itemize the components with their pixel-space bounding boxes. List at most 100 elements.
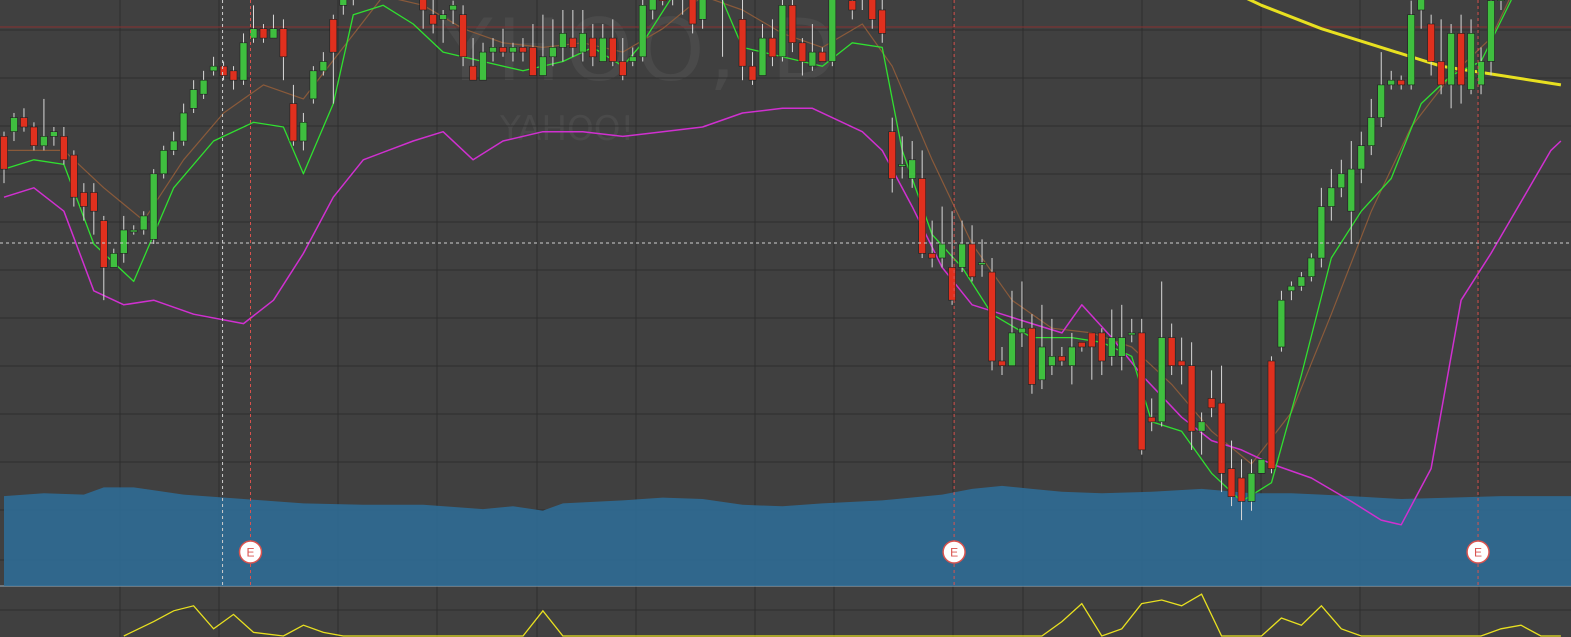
candle-body [608,37,617,62]
candle [1197,412,1206,455]
candle-body [848,0,857,11]
candle-body [1297,276,1306,287]
candle-body [888,131,897,179]
candle [1267,356,1276,474]
candle-body [419,0,428,11]
candle [1437,19,1445,95]
candle-body [1457,33,1465,86]
candle-body [1237,477,1246,502]
candle [828,0,837,67]
earnings-label-0: E [246,546,254,560]
candle-body [1487,0,1495,62]
candle [189,80,198,113]
candle-body [758,37,767,76]
candle-body [1068,346,1076,367]
price-chart[interactable]: YHOO, D YAHOO! EEE [0,0,1571,637]
candle-body [129,229,138,233]
oscillator-panel [123,593,1561,637]
candle [60,127,68,165]
candle [1068,332,1076,385]
candle-body [449,5,457,11]
candle-body [329,19,338,53]
stock-chart-window: YHOO, D YAHOO! EEE [0,0,1571,637]
candle-body [1098,332,1106,362]
candle-body [549,47,557,58]
candle-body [1257,458,1266,474]
candle-body [798,42,807,62]
candle [179,103,188,146]
candle-body [918,178,927,254]
candle-body [1118,337,1126,357]
candle-body [1048,355,1056,366]
candle [10,112,18,142]
candle [1387,70,1395,90]
candle-body [519,47,527,53]
candle-body [1008,332,1016,366]
candle-body [219,65,228,76]
candle-body [259,28,268,39]
candle [299,112,308,151]
candle [129,225,138,235]
candle [309,66,318,104]
candle-body [10,117,18,132]
candle [978,239,986,277]
candle-body [299,122,308,142]
candle-body [70,154,78,198]
candle-body [1477,61,1485,86]
candle [319,52,328,76]
candle-body [0,136,8,170]
candle-body [868,0,877,20]
candle-body [269,28,278,39]
candle [352,0,354,6]
candle-body [539,56,547,76]
candle-body [908,159,917,179]
candle [1287,281,1296,301]
candle [1277,290,1286,352]
earnings-label-2: E [1474,546,1482,560]
candle-body [1108,337,1116,357]
candle-body [559,33,567,48]
candle [120,215,128,263]
candle-body [1427,23,1435,62]
candle [1377,52,1385,127]
candle-body [139,215,148,231]
candle [878,0,887,43]
candle-body [768,37,777,58]
candle [1297,272,1306,291]
candle [1187,342,1196,450]
candle [419,0,428,29]
candle-body [928,253,936,259]
candle [888,117,897,193]
candle [149,169,158,244]
candle [219,61,228,81]
candle [100,215,108,301]
candle [1347,141,1356,244]
oscillator-line [123,593,1561,637]
candle-body [1357,145,1366,170]
candle-body [90,192,98,212]
candle-body [1377,84,1385,119]
earnings-label-1: E [950,546,958,560]
candle-body [1497,0,1505,1]
candle-body [110,253,118,268]
candle-body [1187,365,1196,432]
candle [1447,24,1455,109]
candle-body [189,89,198,109]
candle [868,0,877,29]
candle-body [169,140,178,151]
candle-body [229,70,238,81]
candle-body [60,136,68,161]
candle [1487,0,1495,76]
candle-body [50,131,58,137]
candle [1227,440,1236,507]
candle-body [439,14,447,20]
candle [1257,458,1266,474]
candle-body [648,0,657,11]
candle-body [1317,206,1326,259]
candle-body [509,47,517,53]
candle [199,70,208,99]
candle-body [199,79,208,95]
candle [1098,328,1106,376]
candle-body [938,243,946,259]
candle-body [1447,33,1455,86]
